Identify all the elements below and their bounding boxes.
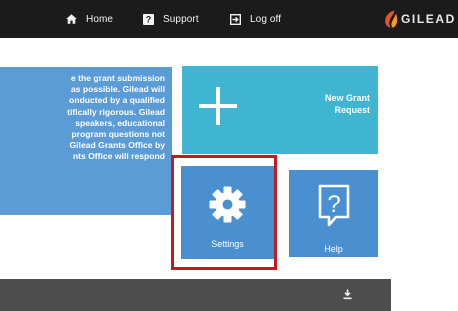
brand-logo[interactable]: GILEAD	[383, 0, 456, 38]
help-icon: ?	[143, 13, 154, 25]
nav-logoff-label: Log off	[250, 13, 282, 25]
svg-text:?: ?	[146, 14, 152, 24]
settings-highlight-box	[171, 155, 277, 270]
nav-support[interactable]: ? Support	[143, 0, 199, 38]
info-line: Gilead Grants Office by	[69, 140, 165, 151]
sign-out-icon	[230, 13, 241, 25]
download-bar	[0, 279, 391, 311]
info-line: e the grant submission	[70, 73, 165, 83]
grant-info-text: e the grant submission as possible. Gile…	[0, 73, 165, 163]
info-line: tifically rigorous. Gilead	[67, 106, 165, 117]
nav-home[interactable]: Home	[66, 0, 113, 38]
info-line: as possible. Gilead will	[70, 84, 165, 95]
question-icon: ?	[318, 184, 350, 227]
new-grant-request-label: New Grant Request	[324, 93, 370, 115]
svg-text:?: ?	[327, 191, 340, 218]
info-line: program questions not	[71, 129, 165, 140]
help-label: Help	[324, 244, 343, 254]
plus-icon	[199, 87, 237, 125]
nav-home-label: Home	[86, 13, 114, 25]
grant-info-panel: e the grant submission as possible. Gile…	[0, 67, 172, 215]
nav-support-label: Support	[163, 13, 199, 25]
new-grant-request-tile[interactable]: New Grant Request	[182, 66, 378, 154]
info-line: speakers, educational	[75, 117, 165, 128]
download-icon[interactable]	[342, 289, 353, 300]
nav-logoff[interactable]: Log off	[230, 0, 281, 38]
brand-name: GILEAD	[401, 12, 456, 26]
info-line: nts Office will respond	[72, 151, 165, 162]
info-line: onducted by a qualified	[69, 95, 165, 106]
gilead-logo-icon	[385, 10, 398, 28]
top-navigation-bar: Home ? Support Log off GILEAD	[0, 0, 458, 38]
home-icon	[66, 14, 77, 24]
help-tile[interactable]: ? Help	[289, 170, 378, 257]
